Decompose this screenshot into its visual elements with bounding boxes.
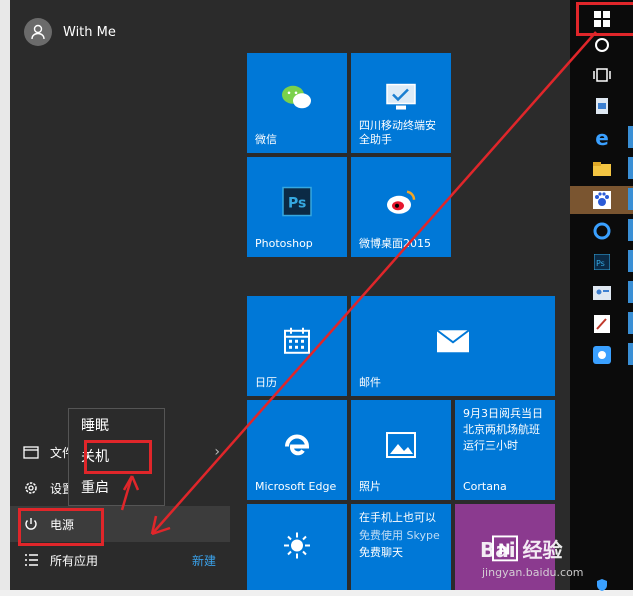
watermark-logo: Bai 经验 xyxy=(480,538,563,562)
watermark-url: jingyan.baidu.com xyxy=(482,566,584,579)
annotation-arrows xyxy=(120,31,597,536)
annotation-arrow-line xyxy=(151,31,597,535)
